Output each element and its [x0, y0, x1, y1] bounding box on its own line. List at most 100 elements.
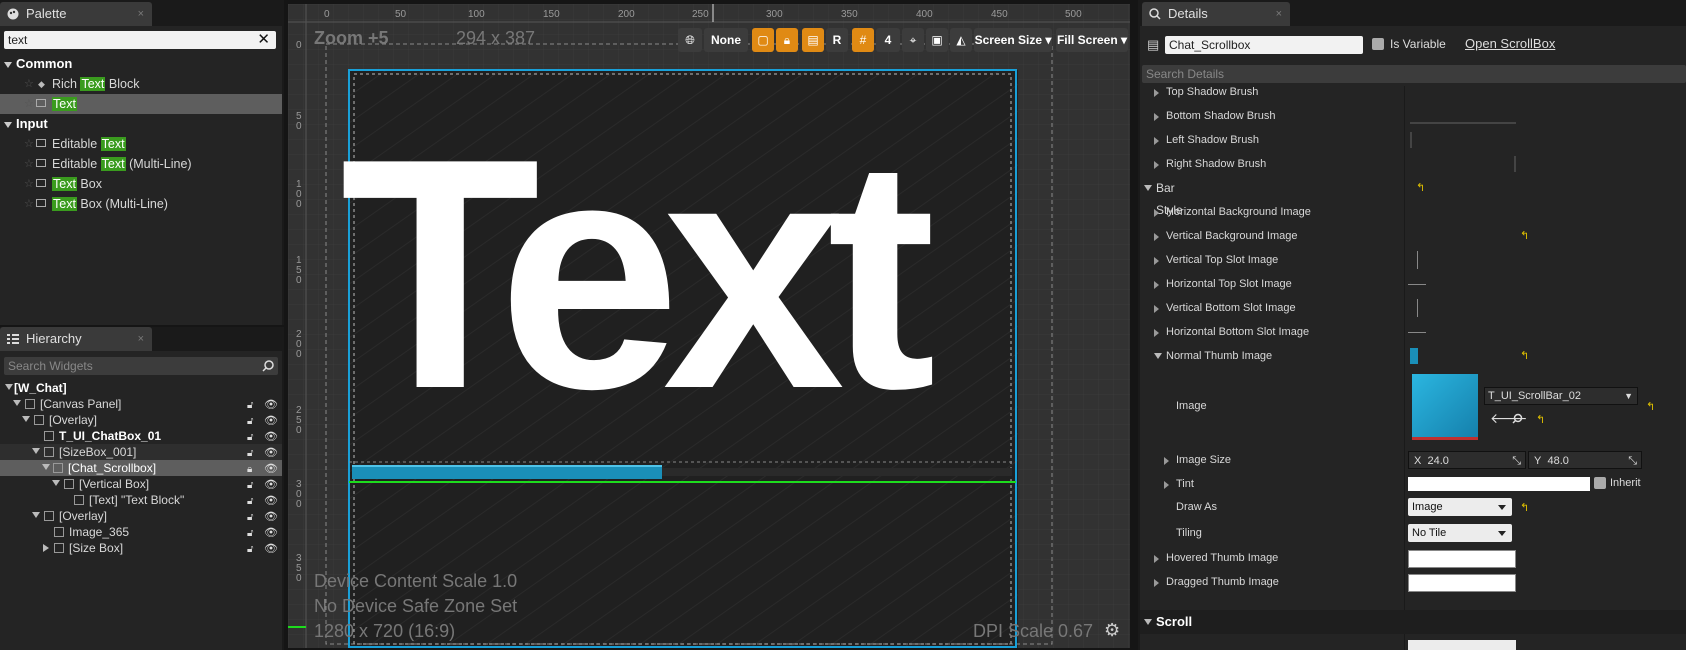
image-thumbnail[interactable]	[1412, 374, 1478, 440]
inherit-checkbox[interactable]	[1594, 477, 1606, 489]
scroll-category-header[interactable]: Scroll	[1140, 610, 1686, 634]
tree-row-chat-scrollbox[interactable]: [Chat_Scrollbox] 🔒︎ 👁︎	[0, 460, 282, 476]
close-icon[interactable]: ×	[138, 2, 144, 26]
expand-arrow-icon[interactable]	[1164, 457, 1169, 465]
expand-arrow-icon[interactable]	[32, 448, 40, 454]
lock-icon[interactable]: 🔓︎	[247, 542, 253, 558]
hierarchy-search-input[interactable]: Search Widgets	[4, 357, 278, 375]
details-tab[interactable]: Details ×	[1142, 2, 1290, 26]
palette-item-rich-text-block[interactable]: ☆ ◆ Rich Text Block	[0, 74, 282, 94]
expand-arrow-icon[interactable]	[1154, 555, 1159, 563]
expand-arrow-icon[interactable]	[52, 480, 60, 486]
expand-arrow-icon[interactable]	[13, 400, 21, 406]
tree-row-overlay[interactable]: [Overlay] 🔓︎ 👁︎	[0, 412, 282, 428]
expand-arrow-icon[interactable]	[1164, 481, 1169, 489]
layout-mode-button[interactable]: ▤	[802, 28, 824, 52]
scrollbar-thumb[interactable]	[352, 465, 662, 479]
palette-item-text-box-multiline[interactable]: ☆ Text Box (Multi-Line)	[0, 194, 282, 214]
image-size-y-field[interactable]: Y 48.0 ⤡	[1528, 451, 1642, 469]
widget-name-field[interactable]: Chat_Scrollbox	[1165, 36, 1363, 54]
close-icon[interactable]: ×	[1276, 2, 1282, 26]
image-size-x-field[interactable]: X 24.0 ⤡	[1408, 451, 1526, 469]
expand-arrow-icon[interactable]	[42, 464, 50, 470]
tree-row-image-365[interactable]: Image_365 🔓︎ 👁︎	[0, 524, 282, 540]
expand-arrow-icon[interactable]	[1154, 579, 1159, 587]
favorite-star-icon[interactable]: ☆	[24, 194, 34, 214]
visibility-eye-icon[interactable]: 👁︎	[264, 429, 278, 445]
big-text-block[interactable]: Text	[340, 74, 936, 474]
tree-row-size-box[interactable]: [Size Box] 🔓︎ 👁︎	[0, 540, 282, 556]
tree-row-overlay-2[interactable]: [Overlay] 🔓︎ 👁︎	[0, 508, 282, 524]
collapse-arrow-icon[interactable]	[1144, 619, 1152, 625]
grid-size-dropdown[interactable]: 4	[876, 28, 900, 52]
collapse-arrow-icon[interactable]	[1144, 185, 1152, 191]
visibility-eye-icon[interactable]: 👁︎	[264, 493, 278, 509]
close-icon[interactable]: ×	[138, 327, 144, 351]
category-common[interactable]: Common	[4, 56, 72, 71]
reset-to-default-icon[interactable]: ↰	[1520, 229, 1529, 242]
collapse-arrow-icon[interactable]	[1154, 353, 1162, 359]
tree-row-text-block[interactable]: [Text] "Text Block" 🔓︎ 👁︎	[0, 492, 282, 508]
expand-arrow-icon[interactable]	[1154, 137, 1159, 145]
open-scrollbox-link[interactable]: Open ScrollBox	[1465, 36, 1555, 51]
tree-row-canvas-panel[interactable]: [Canvas Panel] 🔓︎ 👁︎	[0, 396, 282, 412]
favorite-star-icon[interactable]: ☆	[24, 154, 34, 174]
reset-to-default-icon[interactable]: ↰	[1646, 400, 1655, 413]
palette-search-input[interactable]: text ✕	[4, 31, 276, 49]
expand-arrow-icon[interactable]	[1154, 161, 1159, 169]
palette-item-text[interactable]: ☆ Text	[0, 94, 282, 114]
respect-locks-button[interactable]: R	[826, 28, 848, 52]
favorite-star-icon[interactable]: ☆	[24, 174, 34, 194]
world-icon-button[interactable]: 🌐︎	[678, 28, 702, 52]
reset-to-default-icon[interactable]: ↰	[1520, 349, 1529, 362]
drag-handle-icon[interactable]: ⤡	[1628, 452, 1637, 470]
reset-to-default-icon[interactable]: ↰	[1520, 501, 1529, 514]
expand-arrow-icon[interactable]	[1154, 113, 1159, 121]
palette-tab[interactable]: Palette ×	[0, 2, 152, 26]
visibility-eye-icon[interactable]: 👁︎	[264, 413, 278, 429]
select-mode-button[interactable]: ▢	[752, 28, 774, 52]
drag-handle-icon[interactable]: ⤡	[1512, 452, 1521, 470]
visibility-eye-icon[interactable]: 👁︎	[264, 397, 278, 413]
favorite-star-icon[interactable]: ☆	[24, 94, 34, 114]
visibility-eye-icon[interactable]: 👁︎	[264, 461, 278, 477]
reset-to-default-icon[interactable]: ↰	[1416, 181, 1425, 194]
expand-arrow-icon[interactable]	[1154, 89, 1159, 97]
expand-arrow-icon[interactable]	[1154, 281, 1159, 289]
layout-guides-button[interactable]: ⌖	[902, 28, 924, 52]
lock-toggle-button[interactable]: 🔒︎	[776, 28, 798, 52]
tree-row-sizebox-001[interactable]: [SizeBox_001] 🔓︎ 👁︎	[0, 444, 282, 460]
tiling-dropdown[interactable]: No Tile	[1408, 524, 1512, 542]
expand-arrow-icon[interactable]	[1154, 329, 1159, 337]
expand-arrow-icon[interactable]	[1154, 233, 1159, 241]
palette-item-editable-text-multiline[interactable]: ☆ Editable Text (Multi-Line)	[0, 154, 282, 174]
expand-arrow-icon[interactable]	[1154, 257, 1159, 265]
expand-arrow-icon[interactable]	[5, 384, 13, 390]
screen-size-dropdown[interactable]: Screen Size ▾	[974, 28, 1052, 52]
tree-row-vertical-box[interactable]: [Vertical Box] 🔓︎ 👁︎	[0, 476, 282, 492]
favorite-star-icon[interactable]: ☆	[24, 74, 34, 94]
visibility-eye-icon[interactable]: 👁︎	[264, 477, 278, 493]
palette-item-editable-text[interactable]: ☆ Editable Text	[0, 134, 282, 154]
designer-canvas[interactable]: 0 50 100 150 200 250 300 350 400 450 500…	[288, 4, 1130, 648]
expand-arrow-icon[interactable]	[1154, 305, 1159, 313]
background-image-button[interactable]: ▣	[926, 28, 948, 52]
clear-search-icon[interactable]: ✕	[257, 31, 270, 49]
tree-row-chatbox[interactable]: T_UI_ChatBox_01 🔓︎ 👁︎	[0, 428, 282, 444]
fill-screen-dropdown[interactable]: Fill Screen ▾	[1056, 28, 1128, 52]
flip-button[interactable]: ◭	[950, 28, 972, 52]
visibility-eye-icon[interactable]: 👁︎	[264, 525, 278, 541]
palette-item-text-box[interactable]: ☆ Text Box	[0, 174, 282, 194]
expand-arrow-icon[interactable]	[32, 512, 40, 518]
collapsed-arrow-icon[interactable]	[43, 544, 49, 552]
hierarchy-tab[interactable]: Hierarchy ×	[0, 327, 152, 351]
browse-asset-icon[interactable]	[1512, 413, 1524, 425]
visibility-eye-icon[interactable]: 👁︎	[264, 541, 278, 557]
favorite-star-icon[interactable]: ☆	[24, 134, 34, 154]
preview-language-dropdown[interactable]: None	[704, 28, 748, 52]
image-asset-picker[interactable]: T_UI_ScrollBar_02 ▼	[1484, 387, 1638, 405]
settings-gear-icon[interactable]: ⚙	[1104, 620, 1120, 641]
expand-arrow-icon[interactable]	[22, 416, 30, 422]
draw-as-dropdown[interactable]: Image	[1408, 498, 1512, 516]
category-input[interactable]: Input	[4, 116, 48, 131]
